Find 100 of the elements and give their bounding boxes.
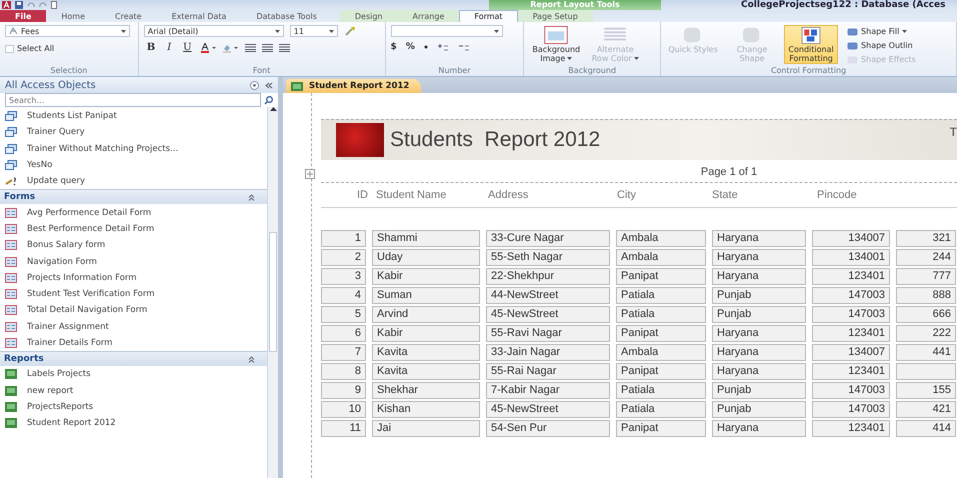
nav-item[interactable]: Students List Panipat (0, 108, 267, 124)
ribbon-tab[interactable]: Page Setup (518, 10, 593, 22)
table-cell: Patiala (616, 401, 706, 418)
nav-item[interactable]: Student Report 2012 (0, 415, 267, 432)
caret-icon (328, 30, 334, 32)
comma-icon (424, 45, 428, 49)
form-icon (5, 338, 17, 348)
currency-button[interactable]: $ (390, 42, 397, 52)
nav-item[interactable]: Bonus Salary form (0, 237, 267, 254)
table-cell: 321 (896, 230, 956, 247)
table-cell: 1 (321, 230, 366, 247)
nav-item[interactable]: Trainer Without Matching Projects... (0, 140, 267, 157)
column-header: City (616, 189, 637, 201)
table-cell: 134007 (812, 230, 890, 247)
table-cell: Ambala (616, 344, 706, 361)
nav-item[interactable]: Avg Performence Detail Form (0, 204, 267, 221)
ribbon-tab[interactable]: Create (100, 10, 157, 22)
undo-icon (27, 2, 35, 8)
table-cell: 33-Jain Nagar (486, 344, 610, 361)
ribbon-tab[interactable]: Design (340, 10, 398, 22)
number-format-combo[interactable] (390, 25, 503, 37)
table-cell: Haryana (712, 363, 806, 380)
table-cell: 4 (321, 287, 366, 304)
table-cell: Suman (372, 287, 480, 304)
font-size-combo[interactable]: 11 (290, 25, 338, 37)
nav-item[interactable]: Student Test Verification Form (0, 286, 267, 302)
table-cell: Kabir (372, 268, 480, 285)
conditional-formatting-button[interactable]: Conditional Formatting (784, 25, 838, 64)
table-cell: Panipat (616, 420, 706, 437)
table-cell: 7 (321, 344, 366, 361)
ribbon-tab[interactable]: Arrange (397, 10, 460, 22)
table-cell: Patiala (616, 382, 706, 399)
table-cell: 134007 (812, 344, 890, 361)
nav-item[interactable]: Total Detail Navigation Form (0, 302, 267, 319)
nav-item[interactable]: Update query (0, 173, 267, 190)
table-cell: 123401 (812, 268, 890, 285)
group-header[interactable]: Forms (0, 189, 267, 204)
nav-item[interactable]: Navigation Form (0, 253, 267, 270)
table-cell: Arvind (372, 306, 480, 323)
picture-icon (543, 26, 570, 44)
caret-icon (902, 30, 908, 33)
table-cell: 414 (896, 420, 956, 437)
nav-item[interactable]: Labels Projects (0, 366, 267, 382)
file-tab[interactable]: File (0, 10, 46, 22)
table-cell: 45-NewStreet (486, 306, 610, 323)
background-image-button[interactable]: Background Image (529, 25, 584, 64)
grid-icon (800, 27, 822, 44)
table-cell: Haryana (712, 230, 806, 247)
form-icon (5, 240, 17, 250)
table-cell: Patiala (616, 306, 706, 323)
ribbon-tab[interactable]: Database Tools (241, 10, 332, 22)
table-cell: 421 (896, 401, 956, 418)
table-cell: 222 (896, 325, 956, 342)
shape-outline-button[interactable]: Shape Outlin (847, 39, 916, 52)
nav-item[interactable]: Best Performence Detail Form (0, 220, 267, 238)
bold-button[interactable]: B (144, 42, 158, 53)
table-cell: Punjab (712, 287, 806, 304)
table-cell: 888 (896, 287, 956, 304)
nav-item[interactable]: YesNo (0, 156, 267, 174)
table-cell: Panipat (616, 363, 706, 380)
underline-button[interactable]: U (180, 42, 195, 53)
shape-fill-button[interactable]: Shape Fill (847, 25, 916, 38)
report-icon (291, 82, 303, 90)
table-cell: Haryana (712, 420, 806, 437)
column-header: State (711, 189, 739, 201)
caret-icon (494, 30, 499, 32)
nav-item[interactable]: Trainer Assignment (0, 318, 267, 335)
nav-item[interactable]: Trainer Details Form (0, 334, 267, 352)
group-header[interactable]: Reports (0, 351, 267, 366)
ribbon-tab[interactable]: Home (46, 10, 100, 22)
report-icon (5, 402, 17, 412)
scrollbar-thumb[interactable] (269, 232, 277, 352)
font-name-combo[interactable]: Arial (Detail) (144, 25, 284, 37)
table-cell: 441 (896, 344, 956, 361)
table-cell: Panipat (616, 325, 706, 342)
nav-item[interactable]: Trainer Query (0, 124, 267, 141)
search-field[interactable]: Search... (5, 93, 261, 107)
table-cell: Shammi (372, 230, 480, 247)
ribbon-tab[interactable]: External Data (156, 10, 242, 22)
nav-item[interactable]: Projects Information Form (0, 270, 267, 286)
header-text: T (950, 125, 957, 139)
align-left-icon (244, 44, 256, 52)
object-combo[interactable]: Fees (5, 25, 130, 37)
form-icon (5, 208, 17, 218)
nav-item[interactable]: ProjectsReports (0, 398, 267, 416)
percent-button[interactable]: % (406, 42, 415, 52)
document-tab[interactable]: Student Report 2012 (286, 79, 422, 93)
fill-color-icon (222, 42, 239, 52)
query-icon (5, 111, 17, 122)
nav-item[interactable]: new report (0, 382, 267, 399)
align-right-icon (278, 44, 290, 52)
italic-button[interactable]: I (164, 42, 174, 53)
ribbon-tab[interactable]: Format (459, 10, 518, 22)
table-cell: 8 (321, 363, 366, 380)
select-all-button[interactable]: Select All (5, 42, 130, 55)
table-cell: Panipat (616, 268, 706, 285)
app-icon (2, 1, 11, 9)
table-cell: Kavita (372, 344, 480, 361)
scroll-up-icon (270, 107, 276, 112)
table-cell: 7-Kabir Nagar (486, 382, 610, 399)
